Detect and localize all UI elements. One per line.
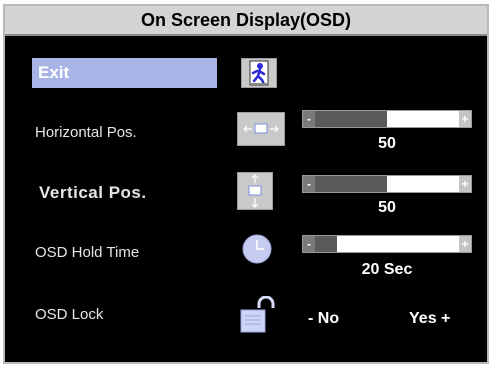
horizontal-pos-value: 50 [378, 135, 396, 152]
horizontal-pos-fill [303, 111, 387, 127]
exit-door-icon[interactable] [241, 58, 277, 88]
osd-title-bar: On Screen Display(OSD) [5, 6, 487, 36]
vertical-pos-plus[interactable]: + [459, 176, 471, 192]
osd-window: On Screen Display(OSD) Exit Horizontal P… [3, 4, 489, 364]
osd-hold-time-value: 20 Sec [361, 261, 413, 278]
vertical-pos-fill [303, 176, 387, 192]
horizontal-pos-slider[interactable]: - + [302, 110, 472, 128]
osd-lock-no-option[interactable]: - No [308, 310, 339, 328]
osd-hold-time-slider[interactable]: - + [302, 235, 472, 253]
unlocked-padlock-icon[interactable] [239, 295, 277, 334]
osd-lock-yes-option[interactable]: Yes + [409, 310, 450, 328]
clock-icon[interactable] [242, 234, 272, 264]
vertical-pos-minus[interactable]: - [303, 176, 315, 192]
vertical-position-icon[interactable] [237, 172, 273, 210]
horizontal-position-icon[interactable] [237, 112, 285, 146]
exit-label: Exit [38, 63, 70, 82]
vertical-pos-label: Vertical Pos. [39, 183, 147, 202]
osd-hold-time-minus[interactable]: - [303, 236, 315, 252]
osd-lock-label: OSD Lock [35, 306, 104, 323]
osd-hold-time-label: OSD Hold Time [35, 244, 140, 261]
horizontal-pos-label: Horizontal Pos. [35, 124, 137, 141]
horizontal-pos-plus[interactable]: + [459, 111, 471, 127]
exit-menu-item[interactable]: Exit [32, 58, 217, 88]
osd-hold-time-plus[interactable]: + [459, 236, 471, 252]
vertical-pos-value: 50 [378, 199, 396, 216]
horizontal-pos-minus[interactable]: - [303, 111, 315, 127]
vertical-pos-slider[interactable]: - + [302, 175, 472, 193]
osd-title: On Screen Display(OSD) [140, 9, 352, 30]
